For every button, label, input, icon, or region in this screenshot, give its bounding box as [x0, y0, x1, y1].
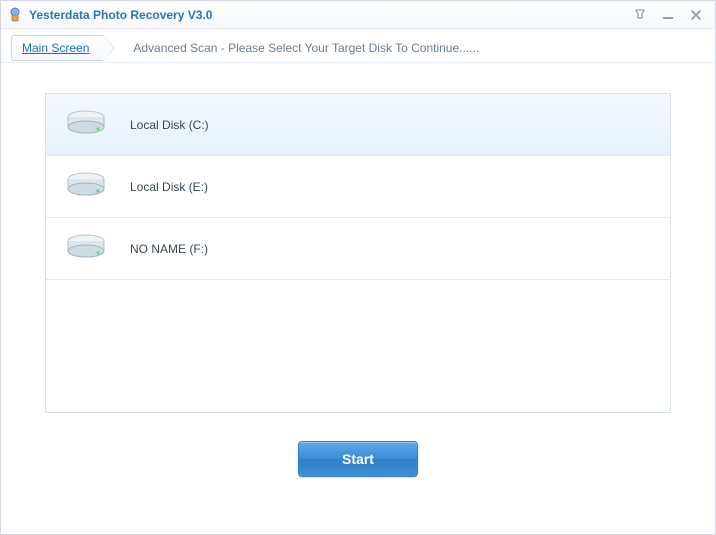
titlebar: Yesterdata Photo Recovery V3.0 — [1, 1, 715, 29]
hard-drive-icon — [64, 231, 108, 267]
breadcrumb-main-screen[interactable]: Main Screen — [11, 35, 103, 61]
start-button[interactable]: Start — [298, 441, 418, 477]
hard-drive-icon — [64, 107, 108, 143]
disk-label: Local Disk (E:) — [130, 180, 208, 194]
window-controls — [631, 7, 709, 23]
hard-drive-icon — [64, 169, 108, 205]
action-row: Start — [45, 441, 671, 477]
app-icon — [7, 7, 23, 23]
app-window: Yesterdata Photo Recovery V3.0 Main Scre… — [0, 0, 716, 535]
pin-button[interactable] — [631, 7, 649, 23]
breadcrumb-step-label: Advanced Scan - Please Select Your Targe… — [133, 41, 479, 55]
app-title: Yesterdata Photo Recovery V3.0 — [29, 8, 631, 22]
disk-row[interactable]: NO NAME (F:) — [46, 218, 670, 280]
breadcrumb: Main Screen Advanced Scan - Please Selec… — [1, 29, 715, 63]
breadcrumb-arrow-icon — [103, 35, 117, 61]
disk-row[interactable]: Local Disk (C:) — [46, 94, 670, 156]
disk-label: NO NAME (F:) — [130, 242, 208, 256]
minimize-button[interactable] — [659, 7, 677, 23]
main-content: Local Disk (C:) Local Disk (E:) — [1, 63, 715, 534]
disk-label: Local Disk (C:) — [130, 118, 209, 132]
close-button[interactable] — [687, 7, 705, 23]
disk-list: Local Disk (C:) Local Disk (E:) — [45, 93, 671, 413]
disk-list-empty-area — [46, 280, 670, 412]
disk-row[interactable]: Local Disk (E:) — [46, 156, 670, 218]
breadcrumb-main-label: Main Screen — [22, 41, 89, 55]
